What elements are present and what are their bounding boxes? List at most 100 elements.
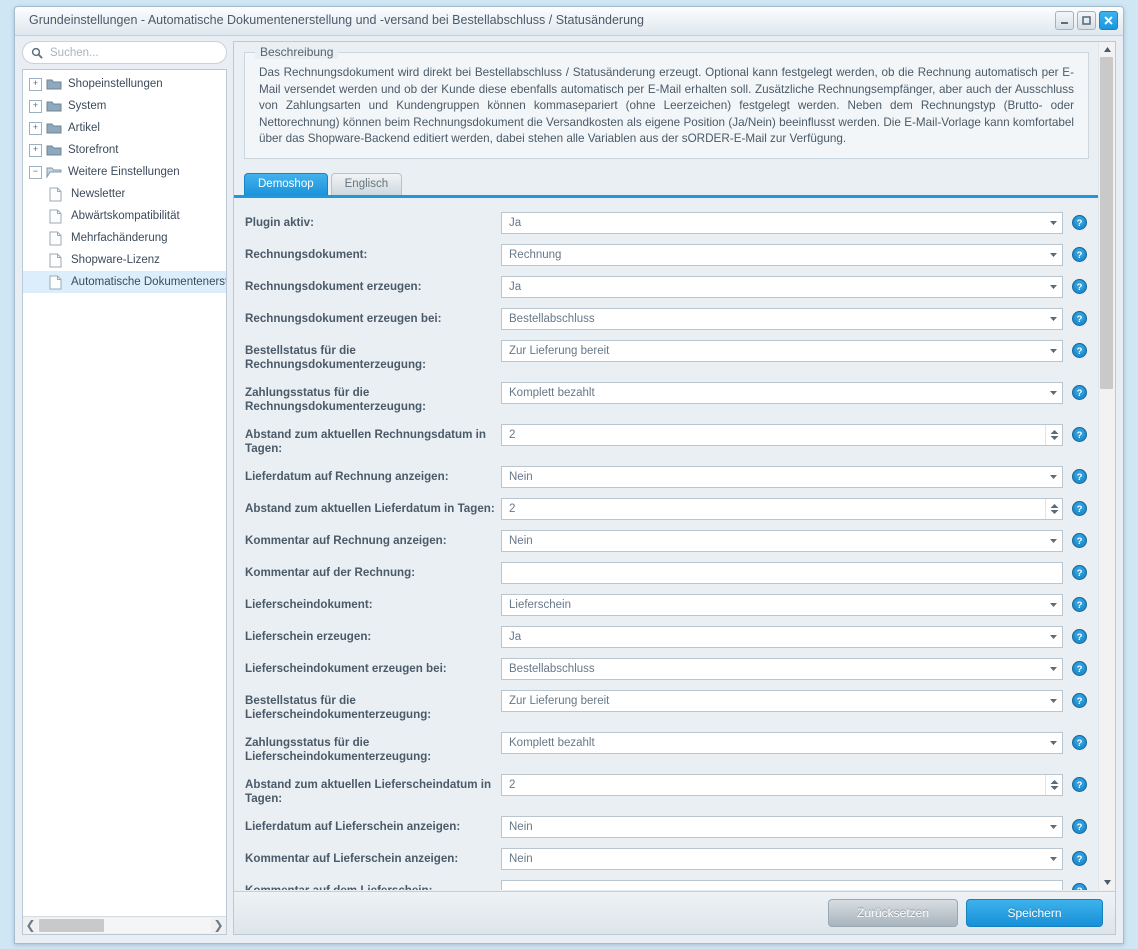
help-icon[interactable]: ? (1072, 818, 1087, 834)
text-input[interactable] (501, 879, 1063, 890)
chevron-down-icon[interactable] (1045, 595, 1062, 615)
close-icon[interactable] (1099, 11, 1118, 30)
chevron-down-icon[interactable] (1045, 245, 1062, 265)
chevron-down-icon[interactable] (1045, 341, 1062, 361)
select-input[interactable]: Bestellabschluss (501, 657, 1063, 680)
select-input[interactable]: Komplett bezahlt (501, 731, 1063, 754)
help-icon[interactable]: ? (1072, 246, 1087, 262)
tree-item-newsletter[interactable]: Newsletter (23, 183, 226, 205)
help-icon[interactable]: ? (1072, 628, 1087, 644)
form-field-wrap: Lieferschein? (501, 593, 1087, 616)
select-input[interactable]: Ja (501, 625, 1063, 648)
help-icon[interactable]: ? (1072, 532, 1087, 548)
tree-item-storefront[interactable]: + Storefront (23, 139, 226, 161)
spinner-stepper[interactable] (1045, 498, 1062, 519)
spinner-down-icon[interactable] (1049, 509, 1060, 515)
horizontal-scroll-track[interactable] (38, 918, 211, 933)
select-input[interactable]: Ja (501, 211, 1063, 234)
file-icon (49, 209, 66, 223)
chevron-down-icon[interactable] (1045, 383, 1062, 403)
help-icon[interactable]: ? (1072, 776, 1087, 792)
chevron-down-icon[interactable] (1045, 659, 1062, 679)
help-icon[interactable]: ? (1072, 278, 1087, 294)
select-input[interactable]: Zur Lieferung bereit (501, 339, 1063, 362)
tree-item-automatische-dokumentenerst[interactable]: Automatische Dokumentenerst (23, 271, 226, 293)
help-icon[interactable]: ? (1072, 734, 1087, 750)
save-button[interactable]: Speichern (966, 899, 1103, 927)
language-tabs: Demoshop Englisch (244, 172, 1099, 195)
chevron-down-icon[interactable] (1045, 817, 1062, 837)
expand-icon[interactable]: + (29, 77, 42, 91)
help-icon[interactable]: ? (1072, 692, 1087, 708)
expand-icon[interactable]: + (29, 99, 42, 113)
scroll-right-arrow-icon[interactable]: ❯ (211, 918, 226, 933)
search-input[interactable] (48, 45, 218, 60)
help-icon[interactable]: ? (1072, 214, 1087, 230)
number-input[interactable]: 2 (501, 423, 1063, 446)
help-icon[interactable]: ? (1072, 342, 1087, 358)
spinner-stepper[interactable] (1045, 774, 1062, 795)
chevron-down-icon[interactable] (1045, 627, 1062, 647)
select-input[interactable]: Nein (501, 465, 1063, 488)
select-input[interactable]: Ja (501, 275, 1063, 298)
tree-item-shopware-lizenz[interactable]: Shopware-Lizenz (23, 249, 226, 271)
help-icon[interactable]: ? (1072, 660, 1087, 676)
chevron-down-icon[interactable] (1045, 849, 1062, 869)
chevron-down-icon[interactable] (1045, 467, 1062, 487)
chevron-down-icon[interactable] (1045, 691, 1062, 711)
select-input[interactable]: Komplett bezahlt (501, 381, 1063, 404)
chevron-down-icon[interactable] (1045, 309, 1062, 329)
help-icon[interactable]: ? (1072, 468, 1087, 484)
folder-icon (46, 143, 63, 157)
search-box[interactable] (22, 41, 227, 64)
tree-item-weitere-einstellungen[interactable]: − Weitere Einstellungen (23, 161, 226, 183)
tree-item-system[interactable]: + System (23, 95, 226, 117)
select-input[interactable]: Zur Lieferung bereit (501, 689, 1063, 712)
select-input[interactable]: Nein (501, 815, 1063, 838)
chevron-down-icon[interactable] (1045, 531, 1062, 551)
number-input[interactable]: 2 (501, 773, 1063, 796)
tree-horizontal-scrollbar[interactable]: ❮ ❯ (23, 916, 226, 934)
scroll-up-arrow-icon[interactable] (1099, 42, 1115, 57)
help-icon[interactable]: ? (1072, 500, 1087, 516)
select-input[interactable]: Nein (501, 847, 1063, 870)
minimize-icon[interactable] (1055, 11, 1074, 30)
scroll-left-arrow-icon[interactable]: ❮ (23, 918, 38, 933)
tree-item-abw-rtskompatibilit-t[interactable]: Abwärtskompatibilität (23, 205, 226, 227)
select-input[interactable]: Rechnung (501, 243, 1063, 266)
number-input[interactable]: 2 (501, 497, 1063, 520)
vertical-scroll-track[interactable] (1099, 57, 1115, 875)
spinner-stepper[interactable] (1045, 424, 1062, 445)
scroll-down-arrow-icon[interactable] (1099, 875, 1115, 890)
select-input[interactable]: Lieferschein (501, 593, 1063, 616)
expand-icon[interactable]: + (29, 121, 42, 135)
tab-englisch[interactable]: Englisch (330, 172, 403, 195)
help-icon[interactable]: ? (1072, 310, 1087, 326)
tree-item-artikel[interactable]: + Artikel (23, 117, 226, 139)
help-icon[interactable]: ? (1072, 882, 1087, 890)
maximize-icon[interactable] (1077, 11, 1096, 30)
reset-button[interactable]: Zurücksetzen (828, 899, 958, 927)
chevron-down-icon[interactable] (1045, 213, 1062, 233)
help-icon[interactable]: ? (1072, 596, 1087, 612)
help-icon[interactable]: ? (1072, 564, 1087, 580)
help-icon[interactable]: ? (1072, 850, 1087, 866)
horizontal-scroll-thumb[interactable] (39, 919, 104, 932)
text-input[interactable] (501, 561, 1063, 584)
select-input[interactable]: Bestellabschluss (501, 307, 1063, 330)
collapse-icon[interactable]: − (29, 165, 42, 179)
chevron-down-icon[interactable] (1045, 733, 1062, 753)
tree-item-shopeinstellungen[interactable]: + Shopeinstellungen (23, 73, 226, 95)
form-field-label: Lieferscheindokument: (245, 597, 373, 611)
vertical-scroll-thumb[interactable] (1100, 57, 1113, 389)
expand-icon[interactable]: + (29, 143, 42, 157)
help-icon[interactable]: ? (1072, 384, 1087, 400)
select-input[interactable]: Nein (501, 529, 1063, 552)
chevron-down-icon[interactable] (1045, 277, 1062, 297)
tab-demoshop[interactable]: Demoshop (244, 172, 328, 195)
help-icon[interactable]: ? (1072, 426, 1087, 442)
spinner-down-icon[interactable] (1049, 435, 1060, 441)
content-vertical-scrollbar[interactable] (1098, 42, 1115, 890)
tree-item-mehrfach-nderung[interactable]: Mehrfachänderung (23, 227, 226, 249)
spinner-down-icon[interactable] (1049, 785, 1060, 791)
